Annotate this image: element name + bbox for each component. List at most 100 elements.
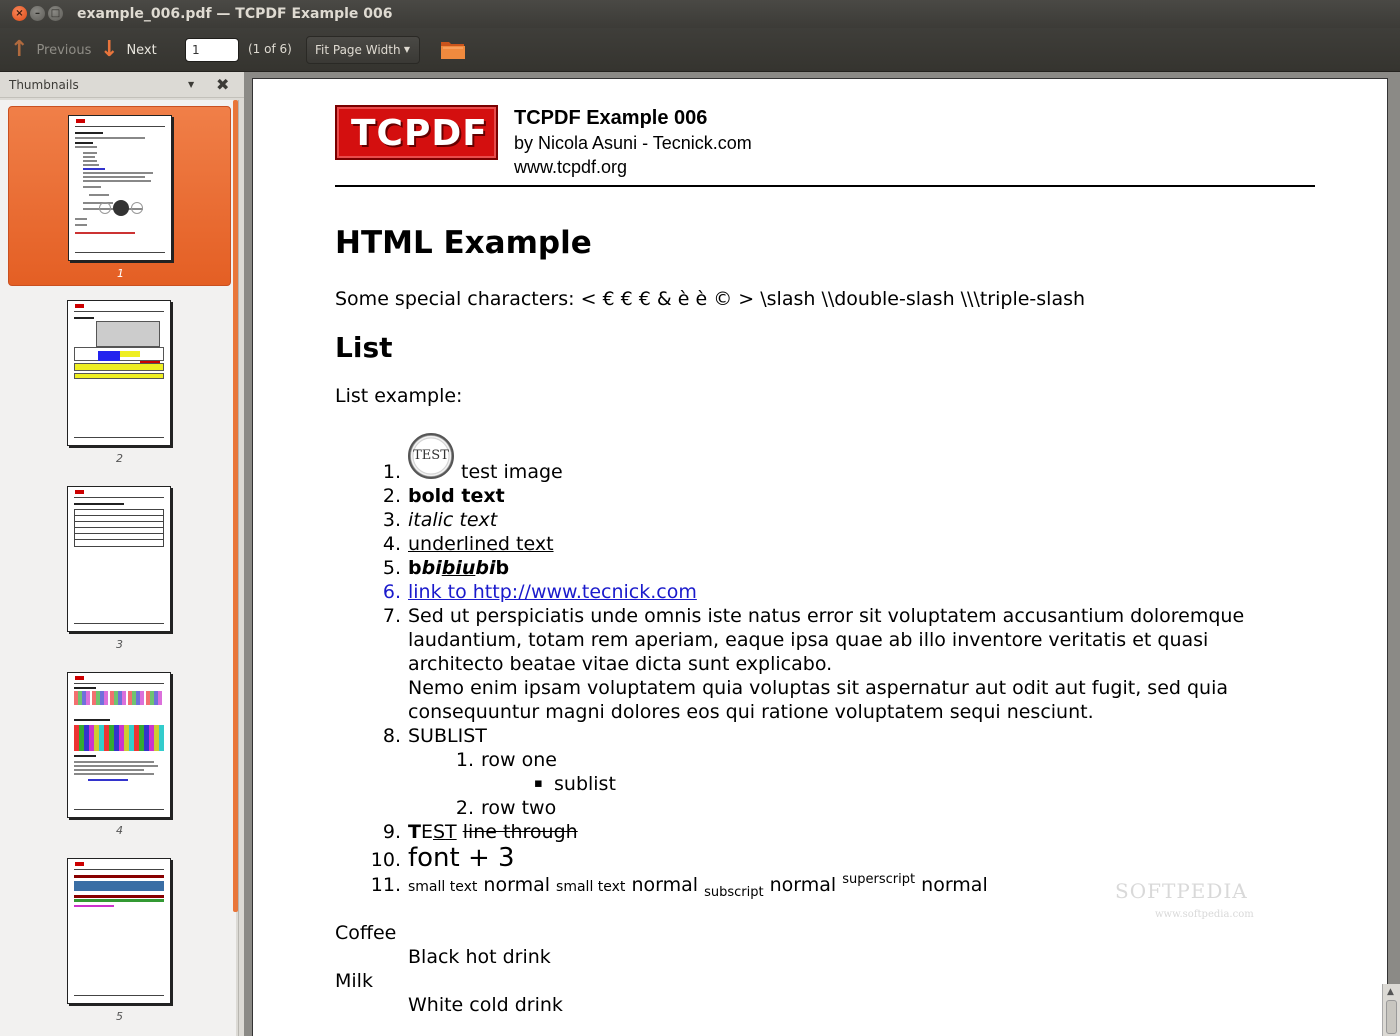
page-count: (1 of 6) <box>248 42 292 56</box>
text-run: normal <box>769 874 837 896</box>
minimize-window-button[interactable]: – <box>30 6 45 21</box>
list-number: 5. <box>382 557 401 579</box>
list-number: 9. <box>382 821 401 843</box>
text-run: bi <box>475 557 496 579</box>
header-url: www.tcpdf.org <box>514 157 628 177</box>
tcpdf-logo: TCPDF <box>335 105 498 160</box>
list-heading: List <box>335 331 393 364</box>
text-run: small text <box>556 879 626 895</box>
next-label: Next <box>126 42 157 58</box>
toolbar: ↑ Previous ↓ Next (1 of 6) Fit Page Widt… <box>0 28 1400 72</box>
paragraph-line: architecto beatae vitae dicta sunt expli… <box>408 653 833 675</box>
thumbnail-page-number: 4 <box>116 824 123 837</box>
pdf-viewer-window: × – □ example_006.pdf — TCPDF Example 00… <box>0 0 1400 1036</box>
title-bar: × – □ example_006.pdf — TCPDF Example 00… <box>0 0 1400 28</box>
previous-label: Previous <box>36 42 92 58</box>
list-number: 6. <box>382 581 401 603</box>
list-item-text: row one <box>481 749 557 771</box>
previous-page-button[interactable]: ↑ Previous <box>10 36 91 64</box>
list-item-text: italic text <box>408 509 498 531</box>
test-image-text: TEST <box>413 448 449 463</box>
list-item-text: bold text <box>408 485 505 507</box>
list-number: 7. <box>382 605 401 627</box>
paragraph-line: laudantium, totam rem aperiam, eaque ips… <box>408 629 1209 651</box>
list-item-text: test image <box>461 461 563 483</box>
scroll-up-icon[interactable]: ▲ <box>1387 987 1394 997</box>
page-heading: HTML Example <box>335 225 592 261</box>
thumbnail-page-number: 1 <box>117 267 124 280</box>
thumbnail-page-4[interactable]: 4 <box>8 664 231 844</box>
thumbnail-page-number: 2 <box>116 452 123 465</box>
thumbnail-page-number: 5 <box>116 1010 123 1023</box>
list-item-text: font + 3 <box>408 843 515 873</box>
sidebar-title: Thumbnails <box>9 78 79 92</box>
text-run: S <box>432 821 446 843</box>
page-thumbnail-image <box>68 115 172 261</box>
zoom-value: Fit Page Width <box>315 43 401 57</box>
watermark-url: www.softpedia.com <box>1155 909 1254 920</box>
window-title: example_006.pdf — TCPDF Example 006 <box>77 6 393 22</box>
maximize-window-button[interactable]: □ <box>48 6 63 21</box>
arrow-up-icon: ↑ <box>10 37 29 62</box>
thumbnail-page-2[interactable]: 2 <box>8 292 231 472</box>
page-number-input[interactable] <box>185 38 239 62</box>
header-author: by Nicola Asuni - Tecnick.com <box>514 133 752 153</box>
text-run: normal <box>483 874 550 896</box>
test-image: TEST <box>408 433 454 479</box>
paragraph-line: Nemo enim ipsam voluptatem quia voluptas… <box>408 677 1229 699</box>
list-number: 3. <box>382 509 401 531</box>
chevron-down-icon: ▼ <box>403 45 410 54</box>
text-run: bi <box>421 557 442 579</box>
scrollbar-thumb[interactable] <box>1386 1000 1397 1034</box>
text-run: T <box>408 821 421 843</box>
list-number: 1. <box>382 461 401 483</box>
bullet-icon: ▪ <box>534 776 543 791</box>
text-run: subscript <box>704 885 764 900</box>
definition-description: White cold drink <box>408 994 563 1016</box>
thumbnail-page-1[interactable]: 1 <box>8 106 231 286</box>
list-number: 2. <box>382 485 401 507</box>
document-view[interactable]: TCPDF TCPDF Example 006 by Nicola Asuni … <box>244 72 1400 1036</box>
definition-term: Milk <box>335 970 373 992</box>
sidebar-dropdown-icon[interactable]: ▼ <box>188 80 194 89</box>
list-item-text: underlined text <box>408 533 554 555</box>
page-thumbnail-image <box>67 672 171 818</box>
text-run: biu <box>441 557 476 579</box>
thumbnail-page-5[interactable]: 5 <box>8 850 231 1030</box>
text-run: b <box>495 557 510 579</box>
thumbnail-list: 1 2 3 4 5 <box>0 100 236 1036</box>
vertical-scrollbar[interactable]: ▲ <box>1382 984 1400 1036</box>
list-item-text: TEST line through <box>408 821 578 843</box>
next-page-button[interactable]: ↓ Next <box>100 36 157 64</box>
pdf-page: TCPDF TCPDF Example 006 by Nicola Asuni … <box>252 78 1388 1036</box>
page-thumbnail-image <box>67 486 171 632</box>
folder-open-icon[interactable] <box>440 38 466 60</box>
definition-description: Black hot drink <box>408 946 551 968</box>
list-number: 10. <box>370 849 401 871</box>
special-characters-line: Some special characters: < € € € & è è ©… <box>335 288 1086 310</box>
thumbnail-page-3[interactable]: 3 <box>8 478 231 658</box>
list-number: 4. <box>382 533 401 555</box>
page-thumbnail-image <box>67 300 171 446</box>
sidebar-close-icon[interactable]: ✖ <box>216 75 229 94</box>
list-item-text: small text normal small text normal subs… <box>408 872 988 900</box>
text-run: T <box>445 821 457 843</box>
header-rule <box>335 185 1315 187</box>
list-item-text: row two <box>481 797 557 819</box>
definition-term: Coffee <box>335 922 397 944</box>
text-run: normal <box>631 874 699 896</box>
page-thumbnail-image <box>67 858 171 1004</box>
close-window-button[interactable]: × <box>12 6 27 21</box>
text-run: line through <box>462 821 578 843</box>
zoom-select[interactable]: Fit Page Width ▼ <box>306 36 420 64</box>
arrow-down-icon: ↓ <box>100 37 119 62</box>
text-run: normal <box>921 874 988 896</box>
list-item-text: sublist <box>554 773 616 795</box>
header-title: TCPDF Example 006 <box>514 107 708 129</box>
list-number: 1. <box>455 749 474 771</box>
tecnick-link[interactable]: link to http://www.tecnick.com <box>408 581 697 603</box>
list-number: 2. <box>455 797 474 819</box>
text-run: b <box>408 557 422 579</box>
logo-text: TCPDF <box>351 113 488 154</box>
paragraph-line: consequuntur magni dolores eos qui ratio… <box>408 701 1094 723</box>
